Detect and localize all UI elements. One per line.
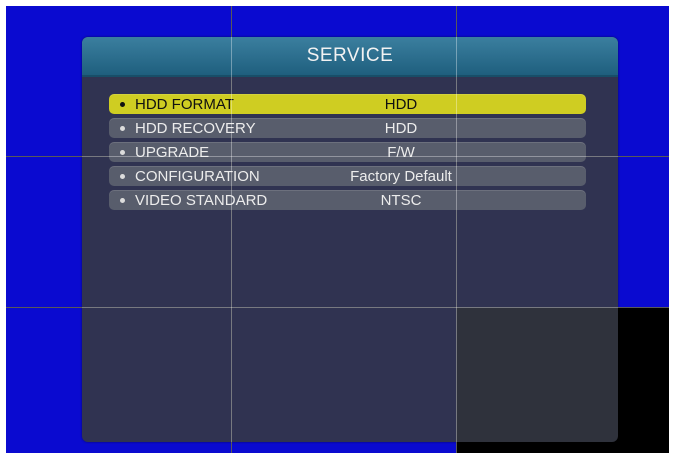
grid-line-vertical-1 — [231, 6, 232, 453]
menu-item-hdd-format[interactable]: HDD FORMAT HDD — [109, 94, 586, 114]
menu-item-upgrade[interactable]: UPGRADE F/W — [109, 142, 586, 162]
menu-item-value: F/W — [387, 143, 415, 161]
menu-item-value: Factory Default — [350, 167, 452, 185]
menu-item-configuration[interactable]: CONFIGURATION Factory Default — [109, 166, 586, 186]
menu-item-hdd-recovery[interactable]: HDD RECOVERY HDD — [109, 118, 586, 138]
grid-line-horizontal-1 — [6, 156, 669, 157]
service-menu-panel: SERVICE HDD FORMAT HDD HDD RECOVERY HDD … — [82, 37, 618, 442]
menu-title: SERVICE — [306, 45, 394, 66]
menu-item-label: HDD FORMAT — [135, 95, 234, 113]
menu-list: HDD FORMAT HDD HDD RECOVERY HDD UPGRADE … — [109, 94, 586, 214]
menu-item-label: HDD RECOVERY — [135, 119, 256, 137]
menu-item-label: UPGRADE — [135, 143, 210, 161]
bullet-icon — [120, 125, 125, 131]
menu-header: SERVICE — [82, 37, 618, 77]
bullet-icon — [120, 173, 125, 179]
menu-item-value: NTSC — [380, 191, 422, 209]
menu-item-video-standard[interactable]: VIDEO STANDARD NTSC — [109, 190, 586, 210]
menu-item-value: HDD — [384, 119, 418, 137]
menu-item-value: HDD — [384, 95, 418, 113]
bullet-icon — [120, 101, 125, 107]
screen-frame: SERVICE HDD FORMAT HDD HDD RECOVERY HDD … — [6, 6, 669, 453]
menu-item-label: VIDEO STANDARD — [135, 191, 268, 209]
grid-line-horizontal-2 — [6, 307, 669, 308]
bullet-icon — [120, 197, 125, 203]
menu-item-label: CONFIGURATION — [135, 167, 260, 185]
grid-line-vertical-2 — [456, 6, 457, 453]
bullet-icon — [120, 149, 125, 155]
